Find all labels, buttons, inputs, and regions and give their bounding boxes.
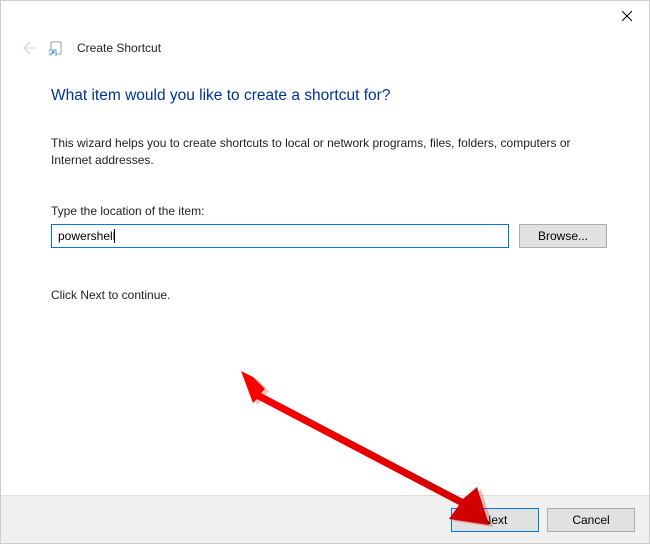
location-input-row: powershell Browse... <box>51 224 607 248</box>
content-area: What item would you like to create a sho… <box>1 57 649 302</box>
continue-hint: Click Next to continue. <box>51 288 607 302</box>
cancel-button[interactable]: Cancel <box>547 508 635 532</box>
dialog-title: Create Shortcut <box>77 41 161 55</box>
dialog-header: Create Shortcut <box>1 31 649 57</box>
next-button[interactable]: Next <box>451 508 539 532</box>
back-arrow-icon <box>20 40 36 56</box>
browse-button[interactable]: Browse... <box>519 224 607 248</box>
dialog-footer: Next Cancel <box>1 495 649 543</box>
shortcut-icon <box>49 40 65 56</box>
wizard-description: This wizard helps you to create shortcut… <box>51 135 607 170</box>
text-caret <box>114 229 115 243</box>
page-title: What item would you like to create a sho… <box>51 87 607 105</box>
location-input-value: powershell <box>58 229 115 243</box>
location-input-label: Type the location of the item: <box>51 204 607 218</box>
close-button[interactable] <box>604 1 649 31</box>
location-input[interactable]: powershell <box>51 224 509 248</box>
close-icon <box>622 11 632 21</box>
titlebar <box>1 1 649 31</box>
back-button <box>19 39 37 57</box>
